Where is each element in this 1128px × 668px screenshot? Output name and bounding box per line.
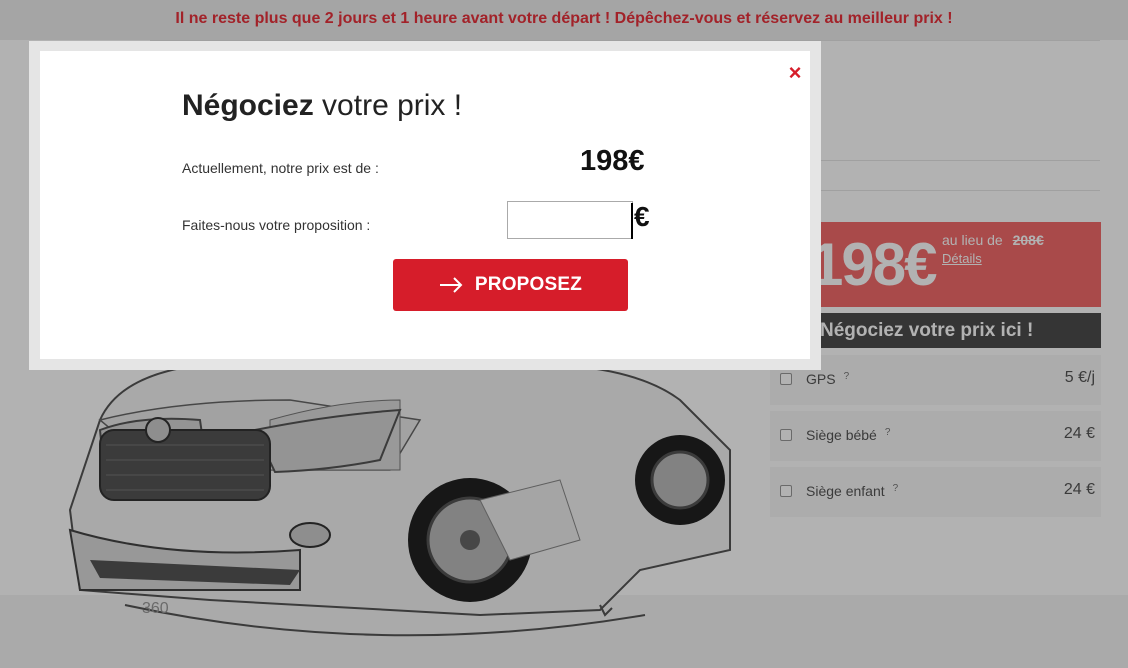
propose-button-label: PROPOSEZ	[474, 274, 583, 295]
propose-button[interactable]: PROPOSEZ	[393, 259, 628, 311]
title-rest: votre prix !	[313, 89, 463, 122]
current-price: 198€	[580, 145, 645, 177]
euro-suffix: €	[634, 201, 650, 232]
title-strong: Négociez	[182, 89, 314, 122]
text-cursor	[631, 203, 633, 239]
current-price-label: Actuellement, notre prix est de :	[182, 160, 379, 176]
arrow-right-icon	[439, 277, 463, 293]
negotiate-modal: × Négociez votre prix ! Actuellement, no…	[40, 51, 810, 359]
close-icon[interactable]: ×	[784, 61, 806, 85]
offer-label: Faites-nous votre proposition :	[182, 217, 371, 233]
modal-title: Négociez votre prix !	[182, 89, 462, 123]
offer-input[interactable]	[507, 201, 633, 239]
